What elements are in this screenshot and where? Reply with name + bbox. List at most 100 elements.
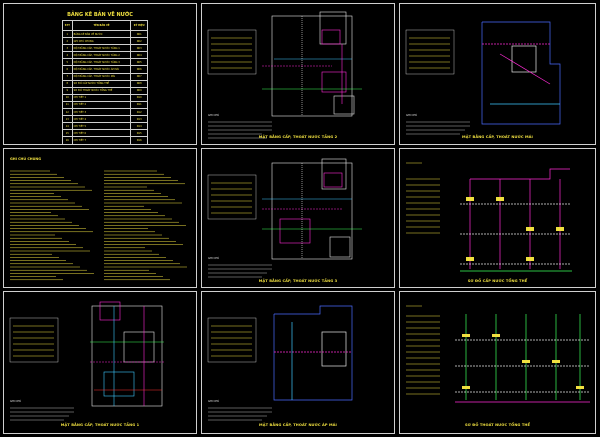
panel-attic-plan[interactable]: GHI CHÚ MẶT BẰNG CẤP, THOÁT NƯỚC ÁP MÁI <box>201 291 395 434</box>
floor3-wc-room <box>279 218 311 244</box>
index-table-cell: N02 <box>130 37 148 46</box>
index-table-cell: MẶT BẰNG CẤP, THOÁT NƯỚC MÁI <box>71 72 132 81</box>
fixture-marker <box>466 257 474 261</box>
fixture-marker <box>526 257 534 261</box>
index-table-cell: CHI TIẾT 2 <box>71 100 132 110</box>
index-table-row: 15 CHI TIẾT 6 N15 <box>62 129 148 138</box>
panel-floor2-plan[interactable]: GHI CHÚ MẶT BẰNG CẤP, THOÁT NƯỚC TẦNG 2 <box>201 3 395 145</box>
attic-outline <box>273 305 353 401</box>
floor3-plan-drawing <box>207 158 362 278</box>
drain-diagram-drawing <box>406 305 590 403</box>
floor3-room <box>329 236 351 258</box>
index-table-row: 6 MẶT BẰNG CẤP, THOÁT NƯỚC ÁP MÁI N06 <box>62 65 148 74</box>
index-table-cell: N15 <box>130 129 148 138</box>
index-header-cell: KÝ HIỆU <box>130 20 148 31</box>
attic-plan-drawing <box>207 305 353 421</box>
index-table-cell: 12 <box>62 108 73 117</box>
index-table-cell: GHI CHÚ CHUNG <box>71 37 132 46</box>
floor1-gate <box>99 301 121 321</box>
panel-floor1-plan[interactable]: GHI CHÚ MẶT BẰNG CẤP, THOÁT NƯỚC TẦNG 1 <box>3 291 197 434</box>
index-table-cell: CHI TIẾT 6 <box>71 129 132 138</box>
caption-supply: SƠ ĐỒ CẤP NƯỚC TỔNG THỂ <box>467 279 528 283</box>
fixture-marker <box>576 386 584 389</box>
panel-roof-plan[interactable]: GHI CHÚ MẶT BẰNG CẤP, THOÁT NƯỚC MÁI <box>399 3 596 145</box>
attic-stair-block <box>321 331 347 367</box>
floor2-plan-drawing <box>207 11 362 139</box>
floor1-plan-drawing <box>9 301 164 421</box>
index-table-cell: N03 <box>130 44 148 53</box>
index-table: STT TÊN BẢN VẼ KÝ HIỆU 1 BẢNG KÊ BẢN VẼ N… <box>62 20 148 144</box>
floor1-room <box>103 371 135 397</box>
index-table-cell: 13 <box>62 115 73 124</box>
index-header-cell: STT <box>62 20 73 31</box>
index-table-cell: SƠ ĐỒ CẤP NƯỚC TỔNG THỂ <box>71 79 132 88</box>
caption-floor1: MẶT BẰNG CẤP, THOÁT NƯỚC TẦNG 1 <box>60 423 140 427</box>
drawing-sheet: BẢNG KÊ BẢN VẼ NƯỚC STT TÊN BẢN VẼ KÝ HI… <box>0 0 600 437</box>
index-table-row: 7 MẶT BẰNG CẤP, THOÁT NƯỚC MÁI N07 <box>62 72 148 81</box>
fixture-marker <box>552 360 560 363</box>
index-table-row: 10 CHI TIẾT 1 N10 <box>62 93 148 102</box>
index-header-cell: TÊN BẢN VẼ <box>71 20 132 31</box>
index-table-cell: CHI TIẾT 7 <box>71 136 132 144</box>
index-table-row: 1 BẢNG KÊ BẢN VẼ NƯỚC N01 <box>62 29 148 39</box>
floor2-room <box>333 95 355 115</box>
index-table-cell: N05 <box>130 58 148 67</box>
index-table-cell: N12 <box>130 108 148 117</box>
fixture-marker <box>492 334 500 337</box>
index-table-cell: 2 <box>62 37 73 46</box>
panel-drain-diagram[interactable]: SƠ ĐỒ THOÁT NƯỚC TỔNG THỂ <box>399 291 596 434</box>
floor1-room <box>123 331 155 363</box>
index-table-cell: 17 <box>62 143 73 144</box>
fixture-marker <box>556 227 564 231</box>
index-table-row: 3 MẶT BẰNG CẤP, THOÁT NƯỚC TẦNG 1 N03 <box>62 44 148 53</box>
index-table-cell: N10 <box>130 93 148 102</box>
index-header-row: STT TÊN BẢN VẼ KÝ HIỆU <box>62 20 148 31</box>
index-table-cell: CHI TIẾT 4 <box>71 115 132 124</box>
index-table-cell: CHI TIẾT 8 <box>71 143 132 144</box>
index-table-cell: N13 <box>130 115 148 124</box>
floor2-stair-block <box>319 11 347 45</box>
index-table-cell: MẶT BẰNG CẤP, THOÁT NƯỚC TẦNG 3 <box>71 58 132 67</box>
index-table-row: 17CHI TIẾT 8N17 <box>62 143 148 144</box>
index-table-cell: 11 <box>62 100 73 110</box>
floor3-stair-block <box>321 158 347 190</box>
fixture-marker <box>522 360 530 363</box>
index-table-cell: 3 <box>62 44 73 53</box>
legend-label: GHI CHÚ <box>406 114 418 117</box>
attic-legend-box <box>207 317 257 363</box>
index-table-row: 8 SƠ ĐỒ CẤP NƯỚC TỔNG THỂ N08 <box>62 79 148 88</box>
floor3-outer-wall <box>271 162 353 260</box>
panel-supply-diagram[interactable]: SƠ ĐỒ CẤP NƯỚC TỔNG THỂ <box>399 148 596 288</box>
panel-drawing-index[interactable]: BẢNG KÊ BẢN VẼ NƯỚC STT TÊN BẢN VẼ KÝ HI… <box>3 3 197 145</box>
notes-text-block <box>10 170 187 281</box>
roof-legend-box <box>405 29 455 75</box>
index-table-cell: N07 <box>130 72 148 81</box>
index-table-cell: 15 <box>62 129 73 138</box>
floor3-wc-room <box>323 172 343 188</box>
panel-floor3-plan[interactable]: GHI CHÚ MẶT BẰNG CẤP, THOÁT NƯỚC TẦNG 3 <box>201 148 395 288</box>
index-table-cell: SƠ ĐỒ THOÁT NƯỚC TỔNG THỂ <box>71 86 132 95</box>
roof-plan-drawing <box>405 21 561 135</box>
index-table-row: 13 CHI TIẾT 4 N13 <box>62 115 148 124</box>
floor1-outer-wall <box>91 305 163 407</box>
index-table-cell: N04 <box>130 51 148 60</box>
panel-general-notes[interactable]: GHI CHÚ CHUNG <box>3 148 197 288</box>
index-table-cell: 1 <box>62 29 73 39</box>
fixture-marker <box>526 227 534 231</box>
index-table-cell: 6 <box>62 65 73 74</box>
index-table-cell: 5 <box>62 58 73 67</box>
index-table-cell: N06 <box>130 65 148 74</box>
index-table-cell: 9 <box>62 86 73 95</box>
legend-label: GHI CHÚ <box>10 400 22 403</box>
index-table-cell: 10 <box>62 93 73 102</box>
fixture-marker <box>462 386 470 389</box>
index-table-cell: CHI TIẾT 5 <box>71 122 132 131</box>
index-title: BẢNG KÊ BẢN VẼ NƯỚC <box>67 12 133 18</box>
index-table-row: 16 CHI TIẾT 7 N16 <box>62 136 148 144</box>
supply-diagram-drawing <box>406 162 572 272</box>
index-table-row: 5 MẶT BẰNG CẤP, THOÁT NƯỚC TẦNG 3 N05 <box>62 58 148 67</box>
index-table-cell: MẶT BẰNG CẤP, THOÁT NƯỚC TẦNG 2 <box>71 51 132 60</box>
caption-floor3: MẶT BẰNG CẤP, THOÁT NƯỚC TẦNG 3 <box>258 279 338 283</box>
floor3-legend-box <box>207 174 257 220</box>
index-table-cell: BẢNG KÊ BẢN VẼ NƯỚC <box>71 29 132 39</box>
